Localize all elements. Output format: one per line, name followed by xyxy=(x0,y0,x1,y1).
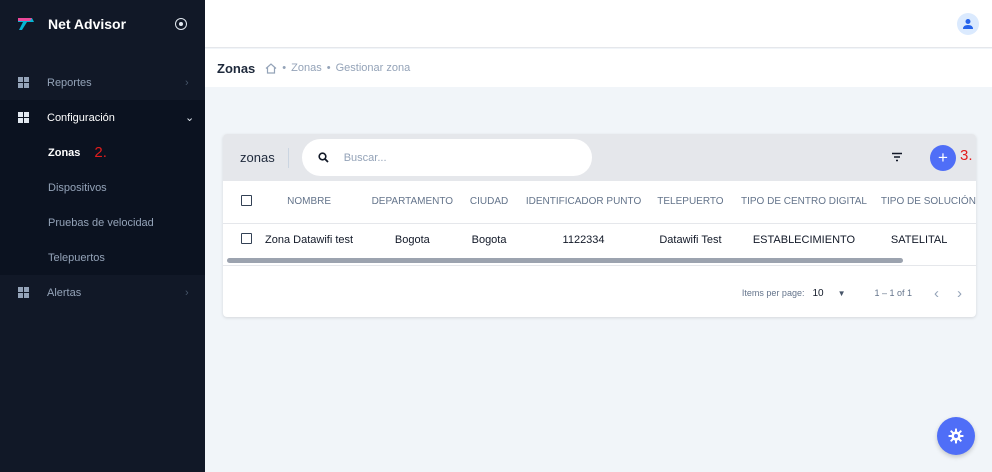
horizontal-scroll-track[interactable] xyxy=(223,258,976,266)
table-row[interactable]: Zona Datawifi test Bogota Bogota 1122334… xyxy=(223,223,976,257)
settings-fab-button[interactable] xyxy=(937,417,975,455)
breadcrumb-separator: • xyxy=(282,62,287,74)
user-menu-button[interactable] xyxy=(957,13,979,35)
sidebar: Net Advisor Reportes › Configuración ⌄ Z… xyxy=(0,0,205,472)
sidebar-subitem-label: Telepuertos xyxy=(48,251,105,264)
select-all-cell xyxy=(223,181,253,223)
top-bar xyxy=(205,0,992,48)
sidebar-item-configuracion[interactable]: Configuración ⌄ xyxy=(0,100,205,135)
cell-identificador-punto: 1122334 xyxy=(562,234,605,247)
breadcrumb-item-zonas[interactable]: Zonas xyxy=(291,62,322,74)
dashboard-icon xyxy=(18,77,29,88)
app-title: Net Advisor xyxy=(48,16,127,32)
cell-departamento: Bogota xyxy=(394,234,430,247)
zonas-card: zonas + 3. NOMBRE DEPARTAMENTO CIUDAD ID… xyxy=(223,134,976,317)
cell-nombre: Zona Datawifi test xyxy=(265,234,354,247)
chevron-right-icon: › xyxy=(185,286,189,299)
column-header-tipo-de-centro-digital[interactable]: TIPO DE CENTRO DIGITAL xyxy=(733,181,875,223)
brand: Net Advisor xyxy=(0,0,205,48)
caret-down-icon: ▼ xyxy=(837,288,846,298)
search-input[interactable] xyxy=(343,151,544,164)
sidebar-item-label: Configuración xyxy=(47,111,115,124)
cell-ciudad: Bogota xyxy=(471,234,507,247)
previous-page-button[interactable]: ‹ xyxy=(934,285,939,302)
breadcrumb-item-gestionar-zona: Gestionar zona xyxy=(335,62,411,74)
table-header-row: NOMBRE DEPARTAMENTO CIUDAD IDENTIFICADOR… xyxy=(223,181,976,223)
sidebar-item-reportes[interactable]: Reportes › xyxy=(0,65,205,100)
sidebar-subitem-telepuertos[interactable]: Telepuertos xyxy=(0,240,205,275)
column-header-departamento[interactable]: DEPARTAMENTO xyxy=(366,181,459,223)
cell-tipo-de-centro-digital: ESTABLECIMIENTO xyxy=(752,234,856,247)
column-header-identificador-punto[interactable]: IDENTIFICADOR PUNTO xyxy=(519,181,648,223)
sidebar-subitem-zonas[interactable]: Zonas 2. xyxy=(0,135,205,170)
sidebar-item-label: Alertas xyxy=(47,286,82,299)
card-title: zonas xyxy=(240,147,289,168)
column-header-telepuerto[interactable]: TELEPUERTO xyxy=(648,181,733,223)
column-header-ciudad[interactable]: CIUDAD xyxy=(459,181,519,223)
zones-table: NOMBRE DEPARTAMENTO CIUDAD IDENTIFICADOR… xyxy=(223,181,976,257)
items-per-page-label: Items per page: xyxy=(741,288,805,298)
sidebar-subitem-label: Zonas xyxy=(48,146,81,159)
cell-tipo-de-solucion: SATELITAL xyxy=(890,234,948,247)
select-all-checkbox[interactable] xyxy=(241,194,253,206)
dashboard-icon xyxy=(18,112,29,123)
column-header-tipo-de-solucion[interactable]: TIPO DE SOLUCIÓN xyxy=(875,181,976,223)
row-checkbox[interactable] xyxy=(241,233,253,245)
column-header-nombre[interactable]: NOMBRE xyxy=(252,181,366,223)
sidebar-item-label: Reportes xyxy=(47,76,92,89)
row-select-cell xyxy=(223,223,253,257)
page-range-label: 1 – 1 of 1 xyxy=(874,288,912,298)
gear-icon xyxy=(948,428,964,444)
home-icon[interactable] xyxy=(265,62,277,74)
page-title: Zonas xyxy=(217,60,256,76)
user-icon xyxy=(963,19,973,29)
items-per-page-value: 10 xyxy=(812,287,824,299)
sidebar-nav: Reportes › Configuración ⌄ Zonas 2. Disp… xyxy=(0,65,205,310)
annotation-marker: 3. xyxy=(960,147,973,164)
card-header: zonas + 3. xyxy=(223,134,976,181)
sidebar-subitem-pruebas-de-velocidad[interactable]: Pruebas de velocidad xyxy=(0,205,205,240)
search-box[interactable] xyxy=(301,139,592,176)
sidebar-subitem-label: Dispositivos xyxy=(48,181,107,194)
sidebar-item-alertas[interactable]: Alertas › xyxy=(0,275,205,310)
annotation-marker: 2. xyxy=(94,144,107,161)
sidebar-toggle-icon[interactable] xyxy=(175,18,187,30)
chevron-right-icon: › xyxy=(185,76,189,89)
breadcrumb: Zonas • Zonas • Gestionar zona xyxy=(205,49,992,87)
brand-logo-icon xyxy=(18,18,34,30)
sidebar-subitem-label: Pruebas de velocidad xyxy=(48,216,154,229)
items-per-page-select[interactable]: 10 ▼ xyxy=(812,288,852,299)
sidebar-subitem-dispositivos[interactable]: Dispositivos xyxy=(0,170,205,205)
dashboard-icon xyxy=(18,287,29,298)
chevron-down-icon: ⌄ xyxy=(185,112,195,124)
next-page-button[interactable]: › xyxy=(957,285,962,302)
breadcrumb-separator: • xyxy=(326,62,331,74)
search-icon xyxy=(318,152,329,163)
horizontal-scrollbar[interactable] xyxy=(227,258,903,263)
filter-icon[interactable] xyxy=(891,151,903,163)
add-zone-button[interactable]: + xyxy=(930,145,956,171)
paginator: Items per page: 10 ▼ 1 – 1 of 1 ‹ › xyxy=(223,266,976,317)
cell-telepuerto: Datawifi Test xyxy=(659,234,722,247)
